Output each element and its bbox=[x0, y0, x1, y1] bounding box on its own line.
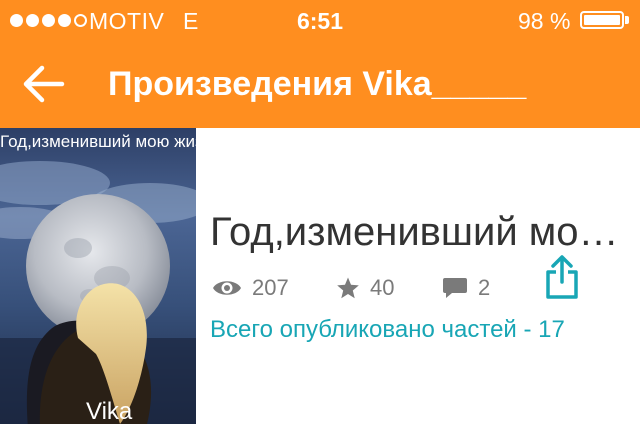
battery-icon bbox=[580, 11, 624, 29]
votes-stat: 40 bbox=[336, 272, 394, 304]
arrow-left-icon bbox=[23, 65, 65, 103]
cover-author: Vika bbox=[86, 398, 133, 424]
views-count: 207 bbox=[252, 275, 289, 300]
app-header: MOTIV E 6:51 98 % Произведения Vika_____ bbox=[0, 0, 640, 128]
book-cover[interactable]: Год,изменивший мою жизнь Vika bbox=[0, 128, 196, 424]
comments-stat: 2 bbox=[442, 272, 490, 304]
share-icon bbox=[546, 255, 578, 299]
page-title: Произведения Vika_____ bbox=[108, 65, 527, 103]
nav-bar: Произведения Vika_____ bbox=[0, 40, 640, 128]
status-bar: MOTIV E 6:51 98 % bbox=[0, 0, 640, 40]
votes-count: 40 bbox=[370, 275, 395, 300]
battery-tip bbox=[625, 16, 629, 24]
book-title[interactable]: Год,изменивший мо… bbox=[210, 210, 625, 255]
battery-percent: 98 % bbox=[518, 8, 571, 34]
cover-artwork bbox=[0, 161, 196, 424]
comment-icon bbox=[443, 278, 467, 298]
share-button[interactable] bbox=[544, 254, 580, 300]
comments-count: 2 bbox=[478, 275, 491, 300]
back-button[interactable] bbox=[20, 60, 68, 108]
views-stat: 207 bbox=[212, 272, 289, 304]
cover-title: Год,изменивший мою жизнь bbox=[0, 132, 196, 151]
star-icon bbox=[337, 277, 359, 299]
eye-icon bbox=[213, 281, 241, 295]
parts-published-text: Всего опубликовано частей - 17 bbox=[210, 316, 565, 343]
